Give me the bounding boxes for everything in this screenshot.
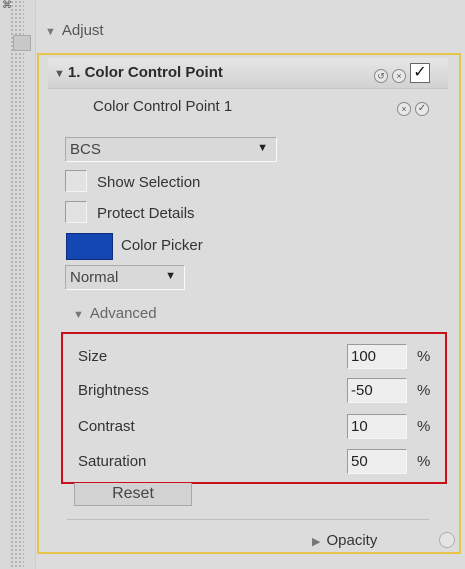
contrast-unit: % <box>417 418 431 435</box>
gutter-grip-icon[interactable] <box>13 35 31 51</box>
adjust-section-header[interactable]: ▼ Adjust <box>45 22 104 39</box>
delete-point-icon[interactable]: × <box>397 102 411 116</box>
opacity-toggle[interactable]: ▶ Opacity <box>312 532 377 549</box>
size-field[interactable]: 100 <box>347 344 407 369</box>
protect-details-checkbox[interactable] <box>65 201 87 223</box>
advanced-toggle[interactable]: ▼ Advanced <box>73 305 157 322</box>
color-picker-label[interactable]: Color Picker <box>121 237 203 254</box>
triangle-down-icon: ▼ <box>54 68 65 80</box>
brightness-unit: % <box>417 382 431 399</box>
brightness-label: Brightness <box>78 382 149 399</box>
contrast-label: Contrast <box>78 418 135 435</box>
chevron-down-icon: ▼ <box>257 142 268 154</box>
triangle-down-icon: ▼ <box>45 26 56 38</box>
gutter-mark-icon: ⌘ <box>2 0 12 11</box>
enable-checkbox[interactable]: ✓ <box>410 63 430 83</box>
contrast-field[interactable]: 10 <box>347 414 407 439</box>
brightness-field[interactable]: -50 <box>347 378 407 403</box>
divider <box>67 519 429 520</box>
saturation-unit: % <box>417 453 431 470</box>
panel-title[interactable]: ▼ 1. Color Control Point <box>54 64 223 81</box>
chevron-down-icon: ▼ <box>165 270 176 282</box>
saturation-label: Saturation <box>78 453 147 470</box>
adjust-title: Adjust <box>61 22 104 39</box>
protect-details-label: Protect Details <box>97 205 195 222</box>
size-unit: % <box>417 348 431 365</box>
dotted-strip <box>10 0 24 569</box>
close-icon[interactable]: × <box>392 69 406 83</box>
undo-icon[interactable]: ↺ <box>374 69 388 83</box>
size-label: Size <box>78 348 108 365</box>
triangle-right-icon: ▶ <box>312 536 321 548</box>
control-point-label[interactable]: Color Control Point 1 <box>93 98 232 115</box>
reset-button[interactable]: Reset <box>74 483 192 506</box>
point-check-icon[interactable]: ✓ <box>415 102 429 116</box>
blend-mode-dropdown[interactable]: Normal ▼ <box>65 265 185 290</box>
triangle-down-icon: ▼ <box>73 309 84 321</box>
mode-dropdown[interactable]: BCS ▼ <box>65 137 277 162</box>
show-selection-label: Show Selection <box>97 174 201 191</box>
show-selection-checkbox[interactable] <box>65 170 87 192</box>
opacity-radio[interactable] <box>439 532 455 548</box>
color-swatch[interactable] <box>66 233 113 260</box>
saturation-field[interactable]: 50 <box>347 449 407 474</box>
